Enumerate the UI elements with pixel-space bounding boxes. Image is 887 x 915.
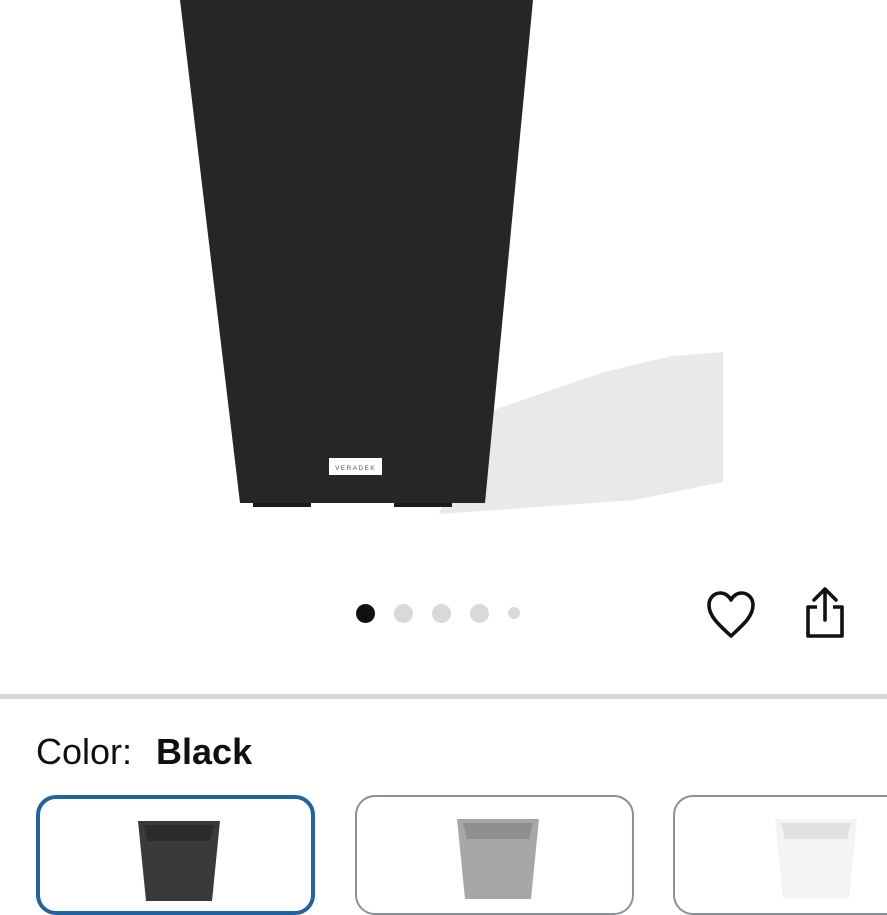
image-carousel-dots: [356, 602, 539, 624]
color-swatch-white[interactable]: [673, 795, 887, 915]
carousel-dot-3[interactable]: [432, 603, 451, 623]
color-label: Color:: [36, 731, 133, 772]
carousel-dot-4[interactable]: [470, 603, 489, 623]
share-icon: [806, 587, 844, 638]
favorite-button[interactable]: [704, 588, 758, 642]
heart-icon: [707, 591, 755, 638]
section-divider: [0, 694, 887, 699]
color-swatch-grey[interactable]: [355, 795, 634, 915]
carousel-dot-2[interactable]: [394, 603, 413, 623]
color-selection-row: Color: Black: [36, 731, 252, 775]
planter-illustration: VERADEK: [180, 0, 723, 514]
share-button[interactable]: [800, 584, 850, 642]
carousel-dot-5[interactable]: [508, 607, 520, 619]
color-swatch-black[interactable]: [36, 795, 315, 915]
carousel-dot-1[interactable]: [356, 603, 375, 623]
product-image[interactable]: VERADEK: [164, 0, 723, 514]
planter-body: [180, 0, 533, 503]
swatch-planter-grey: [457, 819, 539, 899]
swatch-planter-black: [138, 821, 220, 901]
brand-tag-text: VERADEK: [335, 465, 376, 472]
selected-color-value: Black: [156, 731, 253, 772]
swatch-planter-white: [775, 819, 857, 899]
